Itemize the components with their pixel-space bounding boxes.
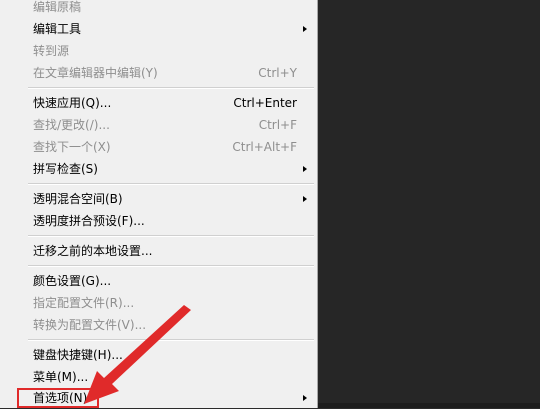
menu-item-find-next[interactable]: 查找下一个(X) Ctrl+Alt+F (0, 136, 317, 158)
menu-item-color-settings[interactable]: 颜色设置(G)... (0, 270, 317, 292)
menu-item-shortcut: Ctrl+F (258, 118, 297, 132)
menu-item-menus[interactable]: 菜单(M)... (0, 366, 317, 388)
menu-item-transparency-flattener-presets[interactable]: 透明度拼合预设(F)... (0, 210, 317, 232)
menu-separator (28, 339, 314, 341)
menu-item-shortcut: Ctrl+Y (258, 66, 297, 80)
menu-item-edit-tools[interactable]: 编辑工具 (0, 18, 317, 40)
menu-item-migrate-local-settings[interactable]: 迁移之前的本地设置... (0, 240, 317, 262)
submenu-arrow-icon (303, 26, 307, 32)
menu-separator (28, 183, 314, 185)
menu-item-convert-to-profile[interactable]: 转换为配置文件(V)... (0, 314, 317, 336)
menu-item-label: 拼写检查(S) (33, 162, 98, 176)
menu-item-label: 透明混合空间(B) (33, 192, 123, 206)
canvas-bottom-strip (318, 403, 540, 408)
menu-item-label: 在文章编辑器中编辑(Y) (33, 66, 158, 80)
menu-separator (28, 265, 314, 267)
document-canvas-area (318, 0, 540, 408)
menu-item-label: 菜单(M)... (33, 370, 89, 384)
menu-item-label: 编辑工具 (33, 22, 82, 36)
menu-separator (28, 235, 314, 237)
menu-item-find-change[interactable]: 查找/更改(/)... Ctrl+F (0, 114, 317, 136)
menu-item-label: 编辑原稿 (33, 0, 82, 14)
menu-item-spelling[interactable]: 拼写检查(S) (0, 158, 317, 180)
menu-item-label: 键盘快捷键(H)... (33, 348, 123, 362)
menu-item-label: 转换为配置文件(V)... (33, 318, 147, 332)
highlight-box-preferences (17, 388, 99, 408)
menu-item-label: 透明度拼合预设(F)... (33, 214, 145, 228)
edit-menu: 编辑原稿 编辑工具 转到源 在文章编辑器中编辑(Y) Ctrl+Y 快速应用(Q… (0, 0, 318, 408)
menu-item-transparency-blend-space[interactable]: 透明混合空间(B) (0, 188, 317, 210)
menu-item-edit-original[interactable]: 编辑原稿 (0, 0, 317, 18)
menu-item-edit-in-story-editor[interactable]: 在文章编辑器中编辑(Y) Ctrl+Y (0, 62, 317, 84)
menu-item-label: 指定配置文件(R)... (33, 296, 135, 310)
menu-item-label: 转到源 (33, 44, 70, 58)
menu-item-keyboard-shortcuts[interactable]: 键盘快捷键(H)... (0, 344, 317, 366)
menu-item-go-to-source[interactable]: 转到源 (0, 40, 317, 62)
menu-item-label: 查找/更改(/)... (33, 118, 110, 132)
submenu-arrow-icon (303, 395, 307, 401)
menu-item-label: 颜色设置(G)... (33, 274, 112, 288)
menu-separator (28, 87, 314, 89)
submenu-arrow-icon (303, 166, 307, 172)
menu-item-quick-apply[interactable]: 快速应用(Q)... Ctrl+Enter (0, 92, 317, 114)
submenu-arrow-icon (303, 196, 307, 202)
menu-item-label: 快速应用(Q)... (33, 96, 112, 110)
menu-item-label: 迁移之前的本地设置... (33, 244, 153, 258)
menu-item-label: 查找下一个(X) (33, 140, 111, 154)
menu-item-assign-profiles[interactable]: 指定配置文件(R)... (0, 292, 317, 314)
menu-item-shortcut: Ctrl+Alt+F (232, 140, 297, 154)
menu-item-shortcut: Ctrl+Enter (233, 96, 297, 110)
